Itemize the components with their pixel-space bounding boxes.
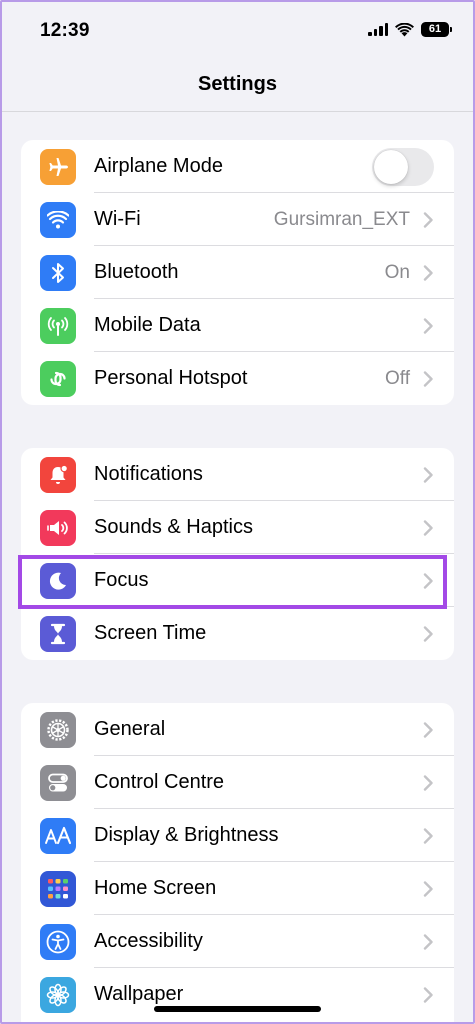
- app-grid-icon: [40, 871, 76, 907]
- settings-row-home-screen[interactable]: Home Screen: [21, 862, 454, 915]
- settings-row-label: Personal Hotspot: [94, 367, 248, 389]
- chevron-right-icon: [423, 934, 433, 950]
- chevron-right-icon: [423, 467, 433, 483]
- hotspot-icon: [40, 361, 76, 397]
- chevron-right-icon: [423, 722, 433, 738]
- hourglass-icon: [40, 616, 76, 652]
- status-icons: 61: [368, 22, 452, 37]
- settings-row-value: On: [384, 262, 410, 283]
- settings-row-sounds-haptics[interactable]: Sounds & Haptics: [21, 501, 454, 554]
- cellular-signal-icon: [368, 23, 388, 36]
- settings-row-label: Accessibility: [94, 930, 203, 952]
- settings-row-personal-hotspot[interactable]: Personal Hotspot Off: [21, 352, 454, 405]
- settings-row-control-centre[interactable]: Control Centre: [21, 756, 454, 809]
- moon-icon: [40, 563, 76, 599]
- chevron-right-icon: [423, 881, 433, 897]
- settings-row-accessibility[interactable]: Accessibility: [21, 915, 454, 968]
- settings-row-label: Home Screen: [94, 877, 217, 899]
- settings-row-label: Wallpaper: [94, 983, 184, 1005]
- focus-highlight-box: [18, 555, 447, 609]
- chevron-right-icon: [423, 626, 433, 642]
- settings-row-wallpaper[interactable]: Wallpaper: [21, 968, 454, 1021]
- settings-row-notifications[interactable]: Notifications: [21, 448, 454, 501]
- settings-row-label: Bluetooth: [94, 261, 179, 283]
- settings-row-airplane-mode[interactable]: Airplane Mode: [21, 140, 454, 193]
- gear-icon: [40, 712, 76, 748]
- settings-row-mobile-data[interactable]: Mobile Data: [21, 299, 454, 352]
- airplane-mode-toggle[interactable]: [372, 148, 434, 186]
- page-title: Settings: [198, 73, 277, 95]
- airplane-icon: [40, 149, 76, 185]
- nav-divider: [0, 111, 475, 112]
- settings-row-label: Notifications: [94, 463, 203, 485]
- accessibility-icon: [40, 924, 76, 960]
- battery-icon: 61: [421, 22, 452, 37]
- settings-row-label: Sounds & Haptics: [94, 516, 253, 538]
- settings-row-label: Focus: [94, 569, 149, 591]
- settings-row-wifi[interactable]: Wi-Fi Gursimran_EXT: [21, 193, 454, 246]
- settings-row-label: Mobile Data: [94, 314, 201, 336]
- settings-row-label: Control Centre: [94, 771, 225, 793]
- settings-row-general[interactable]: General: [21, 703, 454, 756]
- wifi-status-icon: [395, 22, 414, 36]
- settings-row-label: Display & Brightness: [94, 824, 279, 846]
- settings-row-label: Screen Time: [94, 622, 207, 644]
- settings-row-screen-time[interactable]: Screen Time: [21, 607, 454, 660]
- status-time: 12:39: [40, 20, 90, 41]
- settings-row-bluetooth[interactable]: Bluetooth On: [21, 246, 454, 299]
- settings-group-general: General Control Centre Display & Brightn…: [21, 703, 454, 1024]
- settings-group-connectivity: Airplane Mode Wi-Fi Gursimran_EXT Blueto…: [21, 140, 454, 405]
- settings-row-value: Gursimran_EXT: [273, 209, 410, 230]
- toggle-knob: [374, 150, 408, 184]
- settings-row-value: Off: [385, 368, 410, 389]
- chevron-right-icon: [423, 775, 433, 791]
- chevron-right-icon: [423, 265, 433, 281]
- chevron-right-icon: [423, 520, 433, 536]
- antenna-icon: [40, 308, 76, 344]
- switches-icon: [40, 765, 76, 801]
- settings-row-label: Wi-Fi: [94, 208, 141, 230]
- wifi-icon: [40, 202, 76, 238]
- chevron-right-icon: [423, 371, 433, 387]
- flower-icon: [40, 977, 76, 1013]
- chevron-right-icon: [423, 212, 433, 228]
- status-bar: 12:39 61: [0, 0, 475, 62]
- chevron-right-icon: [423, 318, 433, 334]
- settings-row-focus[interactable]: Focus: [18, 554, 454, 609]
- home-indicator[interactable]: [154, 1006, 321, 1012]
- chevron-right-icon: [423, 828, 433, 844]
- settings-group-notifications: Notifications Sounds & Haptics Focus Scr…: [18, 448, 454, 660]
- chevron-right-icon: [423, 987, 433, 1003]
- settings-row-label: General: [94, 718, 166, 740]
- bell-icon: [40, 457, 76, 493]
- text-size-icon: [40, 818, 76, 854]
- settings-row-label: Airplane Mode: [94, 155, 223, 177]
- speaker-icon: [40, 510, 76, 546]
- bluetooth-icon: [40, 255, 76, 291]
- chevron-right-icon: [423, 573, 433, 589]
- settings-row-display-brightness[interactable]: Display & Brightness: [21, 809, 454, 862]
